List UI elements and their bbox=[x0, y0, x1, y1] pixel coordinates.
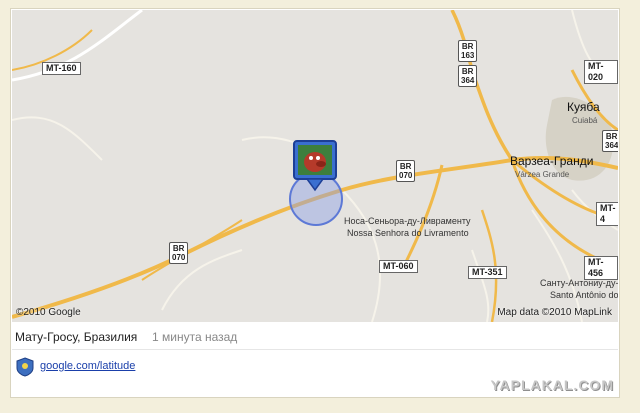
road-label-mt060: MT-060 bbox=[379, 260, 418, 273]
br-070-shield-west: BR 070 bbox=[169, 242, 189, 264]
br-163-shield: BR 163 bbox=[458, 40, 478, 62]
last-update: 1 минута назад bbox=[152, 330, 238, 344]
latitude-icon bbox=[15, 357, 35, 377]
map-view[interactable]: MT-160 MT-020 MT-060 MT-351 MT-456 MT-4 … bbox=[12, 10, 618, 322]
site-watermark: YAPLAKAL.COM bbox=[490, 377, 614, 393]
avatar-dog-icon bbox=[293, 140, 337, 192]
place-varzea: Várzea Grande bbox=[515, 170, 570, 179]
location-name: Мату-Гросу, Бразилия bbox=[15, 330, 138, 344]
place-santo-ru: Санту-Антониу-ду- bbox=[540, 278, 618, 288]
road-label-mt160: MT-160 bbox=[42, 62, 81, 75]
road-label-mt4: MT-4 bbox=[596, 202, 618, 226]
place-livramento: Nossa Senhora do Livramento bbox=[347, 228, 469, 238]
br-070-shield: BR 070 bbox=[396, 160, 416, 182]
latitude-card: MT-160 MT-020 MT-060 MT-351 MT-456 MT-4 … bbox=[10, 8, 620, 398]
place-varzea-ru: Варзеа-Гранди bbox=[510, 154, 594, 168]
br-364-shield: BR 364 bbox=[458, 65, 478, 87]
road-label-mt456: MT-456 bbox=[584, 256, 618, 280]
place-cuiaba-ru: Куяба bbox=[567, 100, 600, 114]
page-frame: MT-160 MT-020 MT-060 MT-351 MT-456 MT-4 … bbox=[0, 0, 640, 413]
location-status: Мату-Гросу, Бразилия 1 минута назад bbox=[12, 325, 618, 350]
place-livramento-ru: Носа-Сеньора-ду-Ливраменту bbox=[344, 216, 471, 226]
map-copyright: ©2010 Google bbox=[16, 307, 81, 318]
road-label-mt020: MT-020 bbox=[584, 60, 618, 84]
br-364-shield-east: BR 364 bbox=[602, 130, 618, 152]
latitude-link[interactable]: google.com/latitude bbox=[40, 360, 135, 372]
user-location-marker[interactable] bbox=[293, 140, 337, 196]
road-label-mt351: MT-351 bbox=[468, 266, 507, 279]
place-santo: Santo Antônio do bbox=[550, 290, 618, 300]
place-cuiaba: Cuiabá bbox=[572, 116, 598, 125]
map-data-credit: Map data ©2010 MapLink bbox=[497, 307, 612, 318]
